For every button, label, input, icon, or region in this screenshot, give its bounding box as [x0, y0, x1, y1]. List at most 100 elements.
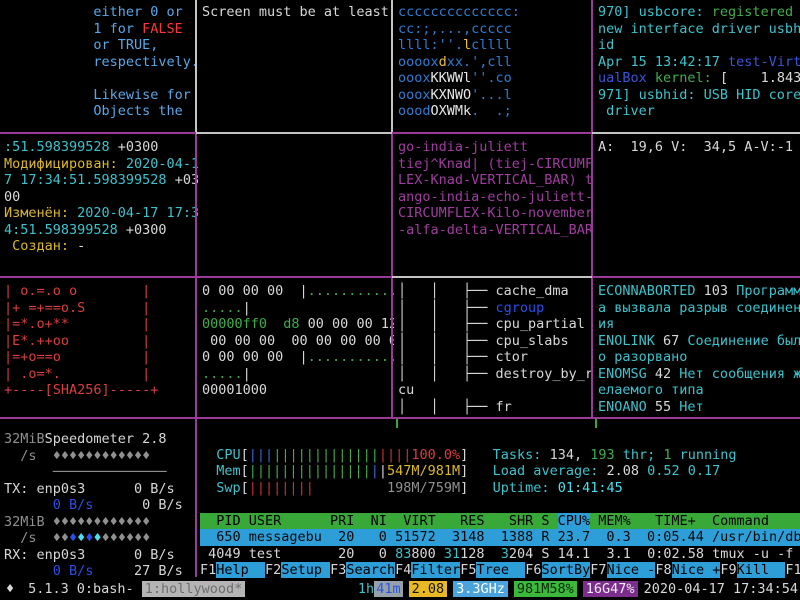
fkey-button[interactable]: Search — [346, 562, 395, 578]
fkey-button[interactable]: SortBy — [542, 562, 591, 578]
pane-border — [195, 134, 197, 276]
text-segment: Apr 15 13:42:17 — [598, 54, 728, 70]
terminal-line: CPU[||||||||||||||||||||100.0%] Tasks: 1… — [200, 447, 800, 464]
text-segment: елаемого типа — [598, 382, 704, 398]
text-segment: +0300 — [118, 139, 159, 155]
text-segment: MEM% TIME+ Command — [590, 513, 769, 529]
pane-phonetic-text[interactable]: go-india-julietttiej^Knad| (tiej-CIRCUMF… — [394, 135, 594, 279]
tmux-status-bar: ♦ 5.1.3 0:bash- 1:hollywood* 1h 41m 2.08… — [0, 578, 800, 600]
pane-border — [392, 276, 592, 278]
text-segment: . .; — [471, 103, 512, 119]
status-uptime-hours: 1h — [358, 581, 374, 598]
text-segment: 970] usbcore: — [598, 4, 712, 20]
text-segment: [ 1.843 — [720, 70, 800, 86]
pane-hexdump[interactable]: 0 00 00 00 |................|00000ff0 d8… — [198, 279, 394, 420]
terminal-line: |=+o==o | — [4, 349, 198, 366]
text-segment: '...l — [471, 87, 512, 103]
fkey-button[interactable]: Setup — [281, 562, 330, 578]
pane-stat-dates[interactable]: :51.598399528 +0300Модифицирован: 2020-0… — [0, 135, 198, 279]
pane-tree-listing[interactable]: │ │ ├── cache_dma│ │ ├── cgroup│ │ ├── c… — [394, 279, 594, 420]
text-segment: CPU — [216, 447, 240, 463]
fkey-button[interactable]: Nice - — [607, 562, 656, 578]
text-segment: F4 — [395, 562, 411, 578]
text-segment: 2020-04-17 17:3 — [77, 205, 198, 221]
window-tab-bash[interactable]: 0:bash- — [77, 581, 134, 598]
text-segment: Программ — [736, 283, 800, 299]
fkey-button[interactable]: Tree — [476, 562, 525, 578]
text-segment: 4:51.598399528 — [4, 222, 126, 238]
terminal-line: cc:;,...,ccccc — [398, 21, 594, 38]
terminal-line: /s ♦♦♦♦♦♦♦♦♦♦♦♦ — [4, 530, 198, 547]
text-segment: ........... — [308, 283, 394, 299]
text-segment: 27 B/s — [93, 563, 182, 579]
terminal-line: Mem[|||||||||||||||||547M/981M] Load ave… — [200, 463, 800, 480]
text-segment: 2.08 — [606, 463, 647, 479]
window-tab-hollywood[interactable]: 1:hollywood* — [142, 581, 246, 598]
text-segment: |+ =+==o.S | — [4, 300, 150, 316]
text-segment: TX: enp0s3 0 B/s — [4, 481, 175, 497]
text-segment: │ │ ├── destroy_by_r — [398, 366, 593, 382]
text-segment — [314, 480, 387, 496]
pane-voltage-readout[interactable]: A: 19,6 V: 34,5 A-V:-1 — [594, 135, 800, 279]
text-segment: Модифицирован: — [4, 156, 126, 172]
pane-doc-text[interactable]: either 0 or 1 for FALSE or TRUE, respect… — [0, 0, 198, 135]
text-segment: FALSE — [142, 21, 183, 37]
text-segment: ualBox — [598, 70, 655, 86]
terminal-line — [4, 70, 198, 87]
terminal-line: о разорвано — [598, 349, 800, 366]
terminal-line: 0 00 00 00 |........... — [202, 283, 394, 300]
text-segment: new interface driver usbh — [598, 21, 800, 37]
fkey-button[interactable]: Nice + — [672, 562, 721, 578]
terminal-line: Swp[|||||||| 198M/759M] Uptime: 01:41:45 — [200, 480, 800, 497]
terminal-line: either 0 or — [4, 4, 198, 21]
pane-ssh-randomart[interactable]: | o.=.o o ||+ =+==o.S ||=*.o+** ||E*.++o… — [0, 279, 198, 420]
status-disk-badge: 16G47% — [583, 581, 638, 598]
terminal-line: +----[SHA256]-----+ — [4, 382, 198, 399]
text-segment: ♦ — [93, 530, 101, 546]
text-segment: 31 — [444, 546, 460, 562]
pane-border — [0, 417, 800, 419]
pane-border — [195, 419, 197, 577]
text-segment — [200, 447, 216, 463]
terminal-line: ango-india-echo-juliett- — [398, 189, 594, 206]
terminal-line: 4049 test 20 0 83800 31128 3204 S 14.1 3… — [200, 546, 800, 563]
text-segment: |=+o==o | — [4, 349, 150, 365]
pane-speedometer[interactable]: 32MiBSpeedometer 2.8 /s ♦♦♦♦♦♦♦♦♦♦♦♦ ───… — [0, 419, 198, 589]
pane-empty[interactable] — [198, 135, 394, 279]
pane-htop[interactable]: CPU[||||||||||||||||||||100.0%] Tasks: 1… — [198, 419, 800, 589]
terminal-line: 32MiBSpeedometer 2.8 — [4, 431, 198, 448]
text-segment — [200, 463, 216, 479]
text-segment: F1 — [200, 562, 216, 578]
pane-ascii-logo[interactable]: cccccccccccccc:cc:;,...,cccccllll:''.lcl… — [394, 0, 594, 135]
pane-border — [392, 132, 592, 134]
pane-screen-message[interactable]: Screen must be at least — [198, 0, 394, 135]
terminal-line: | .o=*. | — [4, 366, 198, 383]
text-segment: ENOMSG — [598, 366, 655, 382]
text-segment: kernel: — [655, 70, 720, 86]
terminal-screen: either 0 or 1 for FALSE or TRUE, respect… — [0, 0, 800, 600]
text-segment: ||||||||||||||| — [249, 463, 371, 479]
pane-errno-list[interactable]: ECONNABORTED 103 Программа вызвала разры… — [594, 279, 800, 420]
text-segment: F5 — [460, 562, 476, 578]
text-segment: │ │ ├── cpu_slabs — [398, 333, 569, 349]
text-segment: 547M/981M — [387, 463, 460, 479]
text-segment: | — [371, 463, 379, 479]
terminal-line: 00 — [4, 189, 198, 206]
pane-syslog[interactable]: 970] usbcore: registerednew interface dr… — [594, 0, 800, 135]
terminal-line: A: 19,6 V: 34,5 A-V:-1 — [598, 139, 800, 156]
terminal-line: ия — [598, 316, 800, 333]
fkey-button[interactable]: Filter — [411, 562, 460, 578]
text-segment: LEX-Knad-VERTICAL_BAR) t — [398, 172, 593, 188]
status-indicator-icon: ♦ — [6, 581, 14, 598]
fkey-button[interactable]: Kill — [737, 562, 786, 578]
text-segment: Objects the — [4, 103, 183, 119]
terminal-line: 32MiB ♦♦♦♦♦♦♦♦♦♦♦♦ — [4, 514, 198, 531]
terminal-line: 7 17:34:51.598399528 +03 — [4, 172, 198, 189]
text-segment: ────────────── — [4, 464, 167, 480]
text-segment: 83 — [395, 546, 411, 562]
fkey-button[interactable]: Help — [216, 562, 265, 578]
text-segment: +----[SHA256]-----+ — [4, 382, 158, 398]
text-segment: Нет сообщения ж — [679, 366, 800, 382]
text-segment: F10 — [785, 562, 800, 578]
terminal-line: │ │ ├── cpu_partial — [398, 316, 594, 333]
